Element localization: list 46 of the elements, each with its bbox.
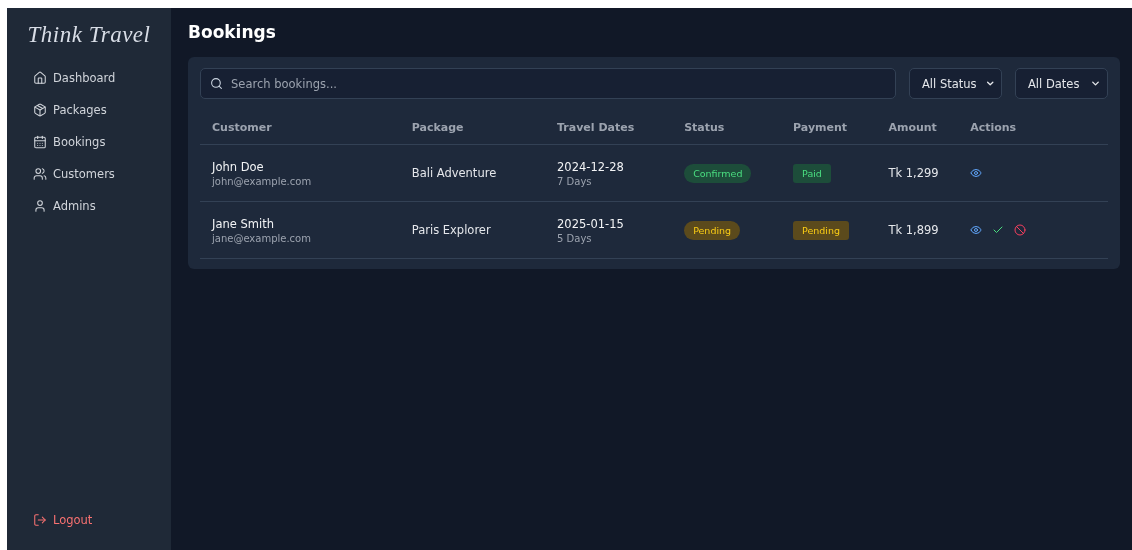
travel-date: 2025-01-15: [557, 216, 625, 231]
view-button[interactable]: [970, 167, 983, 179]
status-badge: Pending: [684, 220, 741, 240]
column-header: Travel Dates: [557, 121, 635, 134]
trip-duration: 5 Days: [557, 232, 593, 244]
column-header: Package: [411, 121, 464, 134]
users-icon: [33, 167, 47, 181]
column-header: Actions: [970, 121, 1017, 134]
filter-select[interactable]: All Status: [909, 68, 1002, 99]
cancel-button[interactable]: [1014, 224, 1027, 236]
customer-email: john@example.com: [212, 175, 313, 187]
nav-item[interactable]: Bookings: [7, 126, 171, 158]
trip-duration: 7 Days: [557, 175, 593, 187]
column-header: Payment: [793, 121, 848, 134]
customer-name: Jane Smith: [212, 216, 275, 231]
nav-item[interactable]: Customers: [7, 158, 171, 190]
page-title: Bookings: [188, 22, 277, 42]
view-button[interactable]: [970, 224, 983, 236]
search-field[interactable]: Search bookings...: [200, 68, 896, 99]
user-icon: [33, 199, 47, 213]
column-header: Amount: [888, 121, 937, 134]
status-badge: Confirmed: [684, 163, 752, 183]
package-name: Paris Explorer: [411, 223, 491, 237]
nav-item[interactable]: Dashboard: [7, 62, 171, 94]
payment-badge: Paid: [793, 163, 831, 183]
home-icon: [33, 71, 47, 85]
payment-badge: Pending: [793, 220, 850, 240]
approve-button[interactable]: [992, 224, 1005, 236]
logout-link[interactable]: Logout: [7, 504, 171, 536]
package-name: Bali Adventure: [411, 166, 497, 180]
travel-date: 2024-12-28: [557, 159, 625, 174]
logo: Think Travel: [26, 22, 152, 48]
search-icon: [210, 77, 223, 90]
nav-item[interactable]: Packages: [7, 94, 171, 126]
filter-select[interactable]: All Dates: [1015, 68, 1108, 99]
chevron-down-icon: [1090, 78, 1101, 89]
logout-icon: [33, 513, 47, 527]
customer-email: jane@example.com: [212, 232, 312, 244]
amount: Tk 1,899: [888, 223, 939, 237]
column-header: Status: [684, 121, 725, 134]
nav-item[interactable]: Admins: [7, 190, 171, 222]
package-icon: [33, 103, 47, 117]
customer-name: John Doe: [212, 159, 265, 174]
column-header: Customer: [212, 121, 272, 134]
amount: Tk 1,299: [888, 166, 939, 180]
calendar-icon: [33, 135, 47, 149]
